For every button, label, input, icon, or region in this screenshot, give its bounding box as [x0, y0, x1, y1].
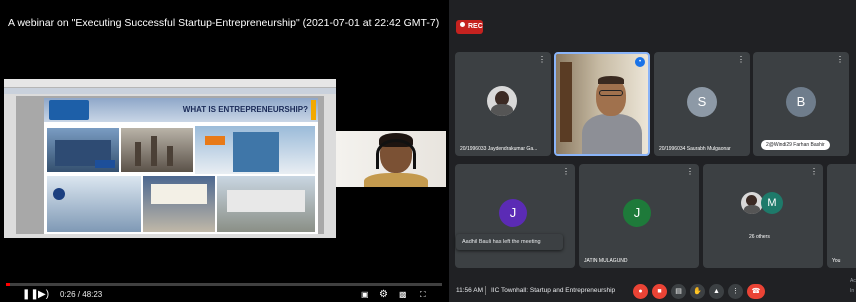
avatar: B: [786, 87, 816, 117]
participant-name: JATIN MULAGUND: [584, 258, 628, 264]
meeting-title: IIC Townhall: Startup and Entrepreneursh…: [491, 287, 616, 294]
captions-icon[interactable]: ▤: [671, 284, 686, 299]
camera-off-icon[interactable]: ■: [652, 284, 667, 299]
chimney: [167, 146, 173, 166]
shared-screen: WHAT IS ENTREPRENEURSHIP?: [4, 79, 336, 238]
active-speaker-tile[interactable]: •: [554, 52, 650, 156]
avatar: J: [499, 199, 527, 227]
progress-played: [6, 283, 10, 286]
participant-name: You: [832, 258, 841, 264]
more-options-icon[interactable]: ⋮: [737, 55, 745, 64]
screen: A webinar on "Executing Successful Start…: [0, 0, 856, 302]
shared-app-ribbon: [4, 88, 336, 94]
mic-off-icon[interactable]: ●: [633, 284, 648, 299]
participant-tile[interactable]: ⋮ 20/1996033 Jaydendrakumar Ga...: [455, 52, 551, 156]
chimney: [151, 136, 157, 166]
more-options-icon[interactable]: ⋮: [562, 167, 570, 176]
avatar: [741, 192, 763, 214]
meeting-clock: 11:56 AM: [456, 287, 483, 294]
avatar: J: [623, 199, 651, 227]
presenter-shirt: [364, 173, 428, 187]
others-count: 26 others: [749, 234, 770, 240]
more-options-icon[interactable]: ⋮: [810, 167, 818, 176]
video-title: A webinar on "Executing Successful Start…: [8, 17, 440, 29]
participant-tile[interactable]: ⋮ J: [455, 164, 575, 268]
company-logo: [49, 100, 89, 120]
presentation-slide: WHAT IS ENTREPRENEURSHIP?: [44, 98, 318, 234]
avatar: S: [687, 87, 717, 117]
progress-bar[interactable]: [6, 283, 442, 286]
more-options-icon[interactable]: ⋮: [538, 55, 546, 64]
presenter-webcam: [336, 131, 446, 187]
others-tile[interactable]: ⋮ M 26 others: [703, 164, 823, 268]
rec-label: REC: [468, 23, 483, 30]
orange-sign: [205, 136, 225, 145]
reliance-logo-photo: [47, 176, 141, 232]
divider: [485, 286, 486, 295]
volume-icon[interactable]: ▶): [38, 289, 49, 301]
subtitles-icon[interactable]: ▣: [361, 289, 369, 301]
player-controls: ❚❚ ▶) 0:26 / 48:23 ▣ ⚙ ▩ ⛶: [0, 289, 446, 302]
slide-header: WHAT IS ENTREPRENEURSHIP?: [44, 98, 318, 122]
more-options-icon[interactable]: ⋮: [836, 55, 844, 64]
speaking-indicator-icon: •: [635, 57, 645, 67]
participant-name: 20/1996033 Jaydendrakumar Ga...: [460, 146, 538, 152]
campus-building: [227, 190, 305, 212]
chimney: [135, 142, 141, 166]
side-panel-label: Ac: [850, 278, 856, 284]
miniplayer-icon[interactable]: ▩: [399, 289, 407, 301]
background-door: [560, 62, 572, 142]
participant-tile[interactable]: ⋮ J JATIN MULAGUND: [579, 164, 699, 268]
self-tile[interactable]: You: [827, 164, 856, 268]
signboard: [151, 184, 207, 204]
time-display: 0:26 / 48:23: [60, 290, 103, 299]
slide-canvas: WHAT IS ENTREPRENEURSHIP?: [16, 96, 324, 234]
video-player[interactable]: A webinar on "Executing Successful Start…: [0, 0, 446, 302]
avatar: [487, 86, 517, 116]
recording-badge: REC: [456, 20, 483, 34]
pause-icon[interactable]: ❚❚: [22, 289, 39, 301]
side-panel-label: In: [850, 288, 855, 294]
speaker-hair: [598, 76, 624, 84]
meeting-window: REC ⋮ 20/1996033 Jaydendrakumar Ga... • …: [446, 0, 856, 302]
campus-photo: [217, 176, 315, 232]
avatar-body: [744, 205, 760, 214]
tata-sign: [95, 160, 115, 168]
tata-building-photo: [47, 128, 119, 172]
raise-hand-icon[interactable]: ✋: [690, 284, 705, 299]
more-icon[interactable]: ⋮: [728, 284, 743, 299]
avatar-body: [491, 104, 513, 116]
avatar: M: [761, 192, 783, 214]
speaker-glasses: [599, 90, 623, 96]
fullscreen-icon[interactable]: ⛶: [420, 289, 426, 301]
participant-tile[interactable]: ⋮ S 20/1996034 Saurabh Mulgaonar: [654, 52, 750, 156]
shared-app-toolbar: [4, 79, 336, 88]
participant-name: 2@Windi29 Farhan Bashir: [761, 140, 830, 150]
speaker-body: [582, 114, 642, 154]
participant-name: 20/1996034 Saurabh Mulgaonar: [659, 146, 731, 152]
glass-tower: [233, 132, 279, 172]
record-dot-icon: [460, 22, 465, 27]
factory-photo: [121, 128, 193, 172]
present-icon[interactable]: ▲: [709, 284, 724, 299]
participant-tile[interactable]: ⋮ B 2@Windi29 Farhan Bashir: [753, 52, 849, 156]
slide-heading: WHAT IS ENTREPRENEURSHIP?: [182, 105, 308, 114]
notification-toast: Aadhil Bauli has left the meeting: [456, 234, 563, 250]
office-tower-photo: [195, 126, 315, 174]
meeting-toolbar: 11:56 AM IIC Townhall: Startup and Entre…: [449, 280, 856, 302]
slide-accent-bar: [311, 100, 316, 120]
headset-icon: [376, 139, 416, 169]
settings-icon[interactable]: ⚙: [379, 289, 388, 301]
reliance-signboard-photo: [143, 176, 215, 232]
more-options-icon[interactable]: ⋮: [686, 167, 694, 176]
reliance-emblem: [53, 188, 65, 200]
end-call-icon[interactable]: ☎: [747, 284, 765, 299]
